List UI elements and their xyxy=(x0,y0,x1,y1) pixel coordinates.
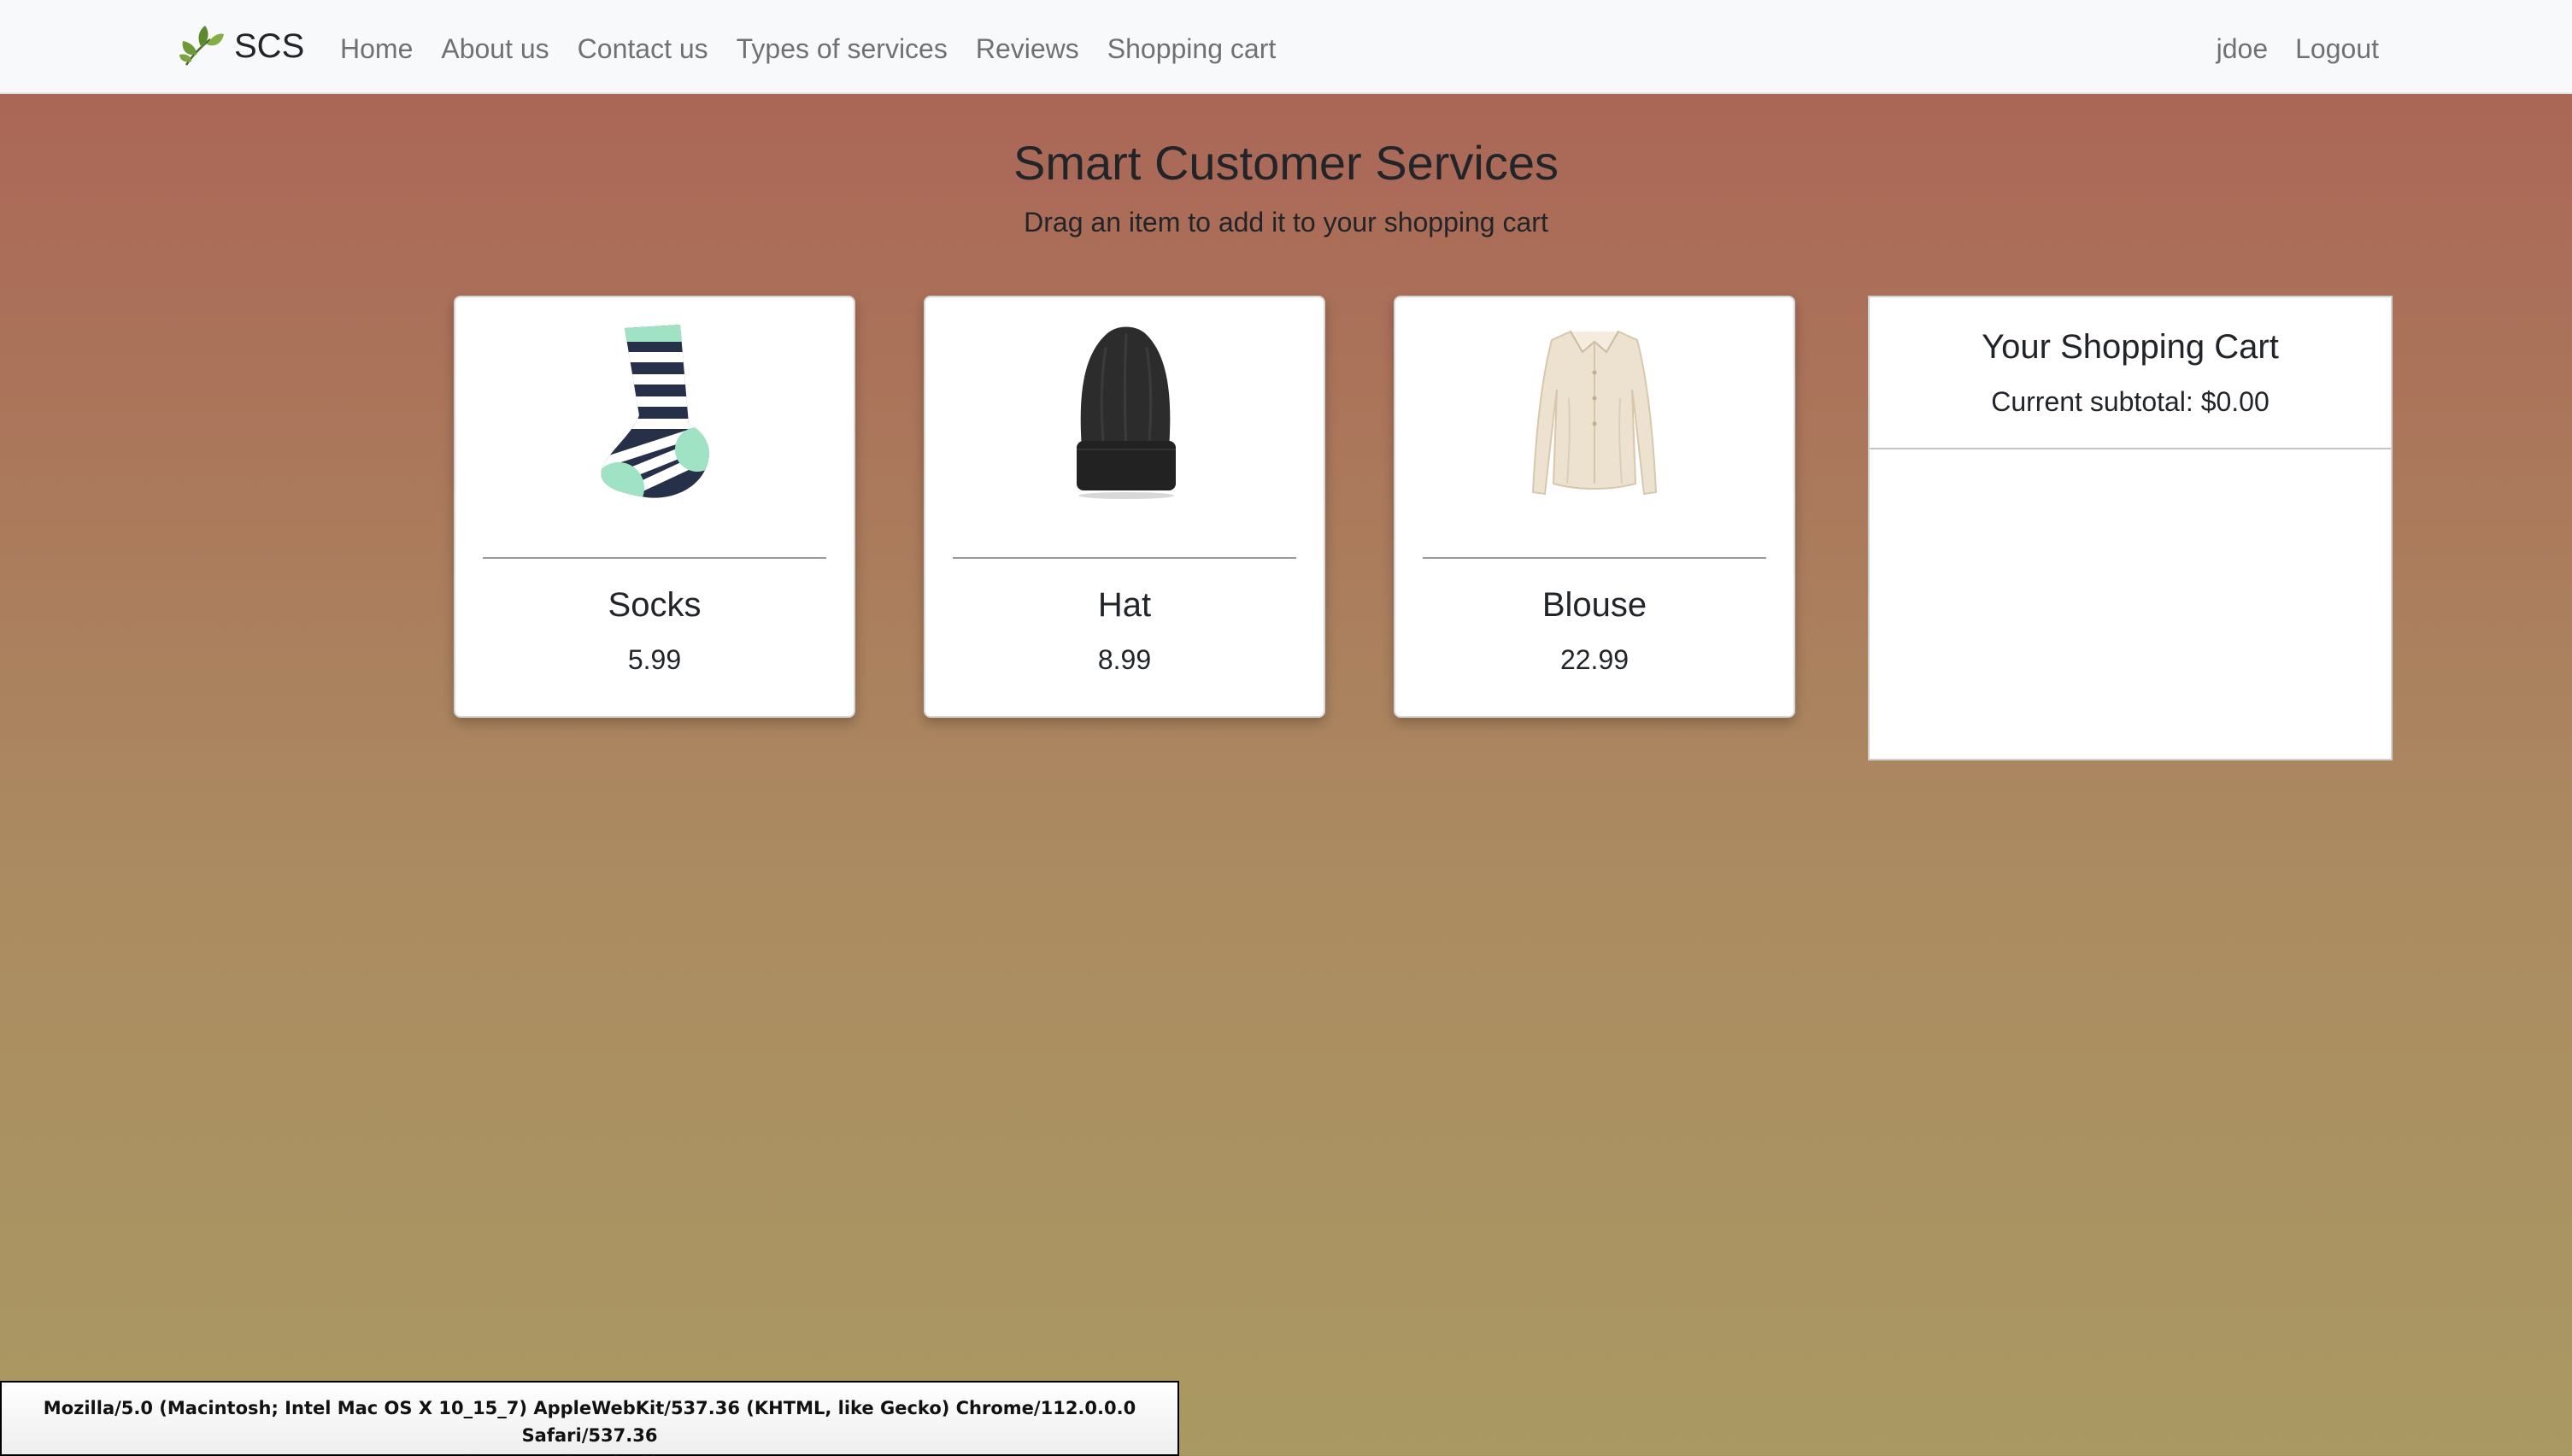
product-price: 8.99 xyxy=(1097,644,1152,675)
user-agent-text: Mozilla/5.0 (Macintosh; Intel Mac OS X 1… xyxy=(43,1398,1136,1446)
browser-text: Browser: Google Chrome xyxy=(2,1449,1177,1456)
blouse-icon xyxy=(1531,330,1658,496)
nav-home[interactable]: Home xyxy=(340,33,413,65)
product-card-hat[interactable]: Hat 8.99 xyxy=(924,296,1325,718)
nav-contact-us[interactable]: Contact us xyxy=(578,33,708,65)
brand[interactable]: SCS xyxy=(178,22,304,70)
card-divider xyxy=(483,557,826,559)
cart-subtotal: Current subtotal: $0.00 xyxy=(1991,386,2270,417)
nav-types-of-services[interactable]: Types of services xyxy=(737,33,948,65)
product-image xyxy=(1395,321,1794,504)
product-image xyxy=(455,321,854,504)
product-card-socks[interactable]: Socks 5.99 xyxy=(454,296,855,718)
product-name: Socks xyxy=(608,586,702,624)
nav-reviews[interactable]: Reviews xyxy=(976,33,1079,65)
card-divider xyxy=(953,557,1296,559)
striped-sock-icon xyxy=(601,325,709,498)
cart-drop-zone[interactable] xyxy=(1870,449,2391,759)
brand-name: SCS xyxy=(234,26,305,65)
nav-shopping-cart[interactable]: Shopping cart xyxy=(1107,33,1276,65)
shopping-cart-panel: Your Shopping Cart Current subtotal: $0.… xyxy=(1868,296,2393,760)
product-price: 5.99 xyxy=(627,644,682,675)
product-name: Blouse xyxy=(1541,586,1647,624)
product-price: 22.99 xyxy=(1559,644,1630,675)
product-card-blouse[interactable]: Blouse 22.99 xyxy=(1394,296,1795,718)
logout-link[interactable]: Logout xyxy=(2295,33,2379,65)
navbar: SCS Home About us Contact us Types of se… xyxy=(0,0,2572,94)
nav-about-us[interactable]: About us xyxy=(441,33,549,65)
beanie-hat-icon xyxy=(1077,326,1176,499)
user-agent-box: Mozilla/5.0 (Macintosh; Intel Mac OS X 1… xyxy=(0,1381,1179,1456)
product-image xyxy=(925,321,1324,504)
page-subtitle: Drag an item to add it to your shopping … xyxy=(1024,207,1548,238)
card-divider xyxy=(1423,557,1766,559)
nav-links: Home About us Contact us Types of servic… xyxy=(340,26,1304,72)
nav-user-area: jdoe Logout xyxy=(2189,26,2379,72)
user-link[interactable]: jdoe xyxy=(2217,33,2269,65)
cart-title: Your Shopping Cart xyxy=(1982,328,2279,366)
product-name: Hat xyxy=(1097,586,1152,624)
page-title: Smart Customer Services xyxy=(1013,136,1559,190)
leaf-logo-icon xyxy=(179,26,224,66)
